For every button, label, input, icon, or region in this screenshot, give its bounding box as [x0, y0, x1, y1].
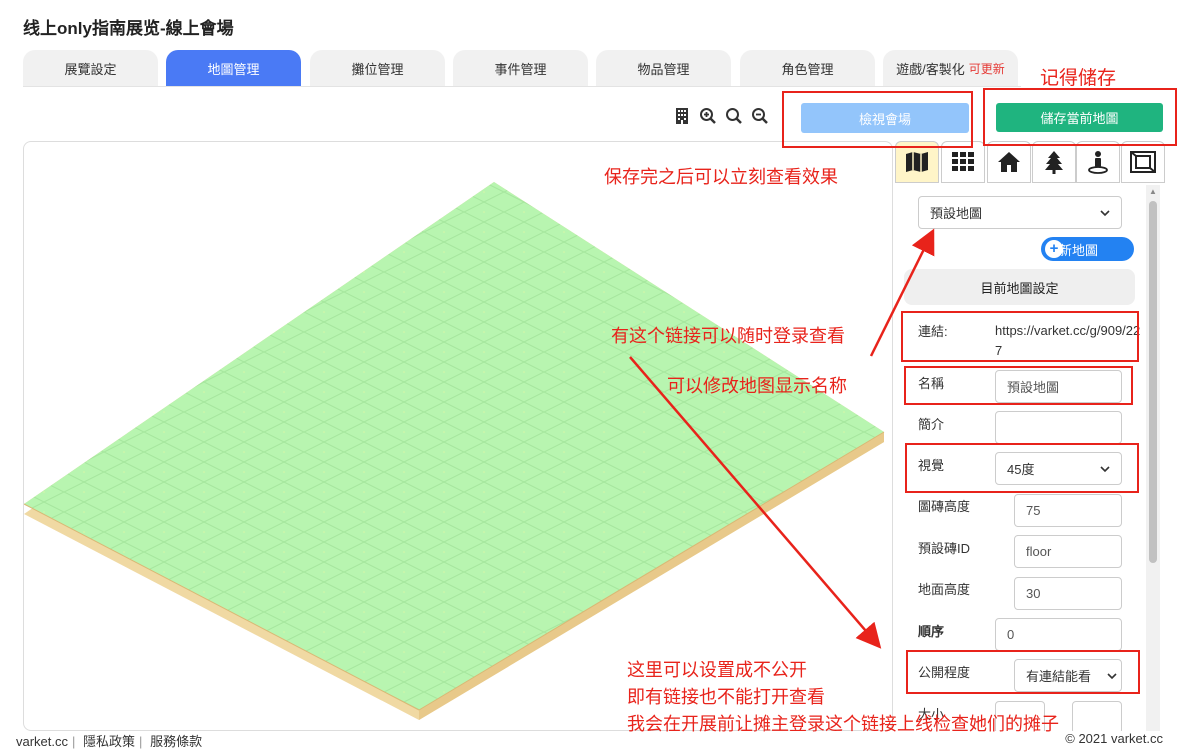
ground-height-label: 地面高度: [918, 582, 971, 597]
tab-label: 物品管理: [637, 61, 690, 77]
order-value: 0: [1007, 627, 1015, 642]
order-field[interactable]: 0: [995, 618, 1122, 651]
ground-height-value: 30: [1026, 586, 1041, 601]
zoom-out-icon[interactable]: [750, 106, 770, 126]
public-level-select[interactable]: 有連結能看: [1014, 659, 1122, 692]
copyright: © 2021 varket.cc: [1065, 731, 1163, 746]
zoom-toolbar: [672, 106, 770, 126]
size-height-field[interactable]: [1072, 701, 1122, 731]
default-tile-value: floor: [1026, 544, 1052, 559]
name-field[interactable]: 預設地圖: [995, 370, 1122, 403]
default-tile-label: 預設磚ID: [918, 541, 971, 556]
public-level-label: 公開程度: [918, 665, 971, 680]
home-icon[interactable]: [987, 141, 1031, 183]
default-tile-field[interactable]: floor: [1014, 535, 1122, 568]
order-label: 順序: [918, 624, 945, 639]
footer-site-link[interactable]: varket.cc: [16, 734, 68, 749]
tab-exhibition-settings[interactable]: 展覽設定: [23, 50, 158, 86]
footer-terms-link[interactable]: 服務條款: [150, 734, 202, 749]
ground-height-field[interactable]: 30: [1014, 577, 1122, 610]
tab-label: 角色管理: [781, 61, 834, 77]
new-map-button[interactable]: + 新地圖: [1041, 237, 1134, 261]
link-label: 連結:: [918, 324, 948, 339]
panel-scrollbar[interactable]: ▲: [1146, 185, 1160, 731]
tab-bar: 展覽設定 地圖管理 攤位管理 事件管理 物品管理 角色管理 遊戲/客製化 可更新: [23, 50, 1021, 87]
tab-role-management[interactable]: 角色管理: [740, 50, 875, 86]
name-label: 名稱: [918, 376, 945, 391]
tab-map-management[interactable]: 地圖管理: [166, 50, 301, 86]
building-icon[interactable]: [672, 106, 692, 126]
scroll-up-icon[interactable]: ▲: [1149, 187, 1157, 196]
update-badge: 可更新: [968, 61, 1005, 76]
save-map-button[interactable]: 儲存當前地圖: [996, 103, 1163, 132]
tab-booth-management[interactable]: 攤位管理: [310, 50, 445, 86]
view-select[interactable]: 45度: [995, 452, 1122, 485]
footer-separator: |: [139, 734, 143, 749]
map-canvas[interactable]: [23, 141, 893, 731]
search-icon[interactable]: [724, 106, 744, 126]
note-remember-save: 记得储存: [1040, 68, 1117, 89]
map-link[interactable]: https://varket.cc/g/909/227: [995, 321, 1143, 361]
tab-label: 事件管理: [494, 61, 547, 77]
footer-separator: |: [72, 734, 76, 749]
current-map-settings-header: 目前地圖設定: [904, 269, 1135, 305]
panel-tab-bar: [893, 141, 1165, 183]
public-level-value: 有連結能看: [1026, 669, 1092, 684]
view-venue-button[interactable]: 檢視會場: [801, 103, 969, 133]
plus-icon: +: [1045, 240, 1063, 258]
tab-game-customization[interactable]: 遊戲/客製化 可更新: [883, 50, 1018, 86]
frame-icon[interactable]: [1121, 141, 1165, 183]
note-private-1: 这里可以设置成不公开: [627, 660, 807, 680]
view-label: 視覺: [918, 458, 945, 473]
note-link: 有这个链接可以随时登录查看: [611, 326, 845, 346]
view-select-value: 45度: [1007, 462, 1035, 477]
tab-label: 展覽設定: [64, 61, 117, 77]
tab-item-management[interactable]: 物品管理: [596, 50, 731, 86]
tree-icon[interactable]: [1032, 141, 1076, 183]
tile-height-label: 圖磚高度: [918, 499, 971, 514]
scroll-thumb[interactable]: [1149, 201, 1157, 563]
name-value: 預設地圖: [1007, 380, 1060, 395]
tab-label: 遊戲/客製化: [896, 61, 965, 77]
tile-height-field[interactable]: 75: [1014, 494, 1122, 527]
footer-privacy-link[interactable]: 隱私政策: [83, 734, 135, 749]
page-title: 线上only指南展览-線上會場: [23, 19, 234, 38]
note-rename: 可以修改地图显示名称: [667, 376, 847, 396]
intro-field[interactable]: [995, 411, 1122, 444]
note-private-3: 我会在开展前让摊主登录这个链接上线检查她们的摊子: [627, 714, 1059, 734]
map-settings-panel: ▲ 預設地圖 + 新地圖 目前地圖設定 連結: https://varket.c…: [893, 141, 1165, 731]
new-map-label: 新地圖: [1059, 242, 1099, 258]
tile-height-value: 75: [1026, 503, 1041, 518]
map-select[interactable]: 預設地圖: [918, 196, 1122, 229]
chevron-down-icon: [1100, 465, 1110, 472]
footer-links: varket.cc | 隱私政策 | 服務條款: [16, 731, 202, 750]
tab-label: 地圖管理: [207, 61, 260, 77]
tab-label: 攤位管理: [351, 61, 404, 77]
chevron-down-icon: [1107, 672, 1117, 679]
tab-event-management[interactable]: 事件管理: [453, 50, 588, 86]
map-icon[interactable]: [895, 141, 939, 183]
note-view-after-save: 保存完之后可以立刻查看效果: [604, 167, 838, 187]
intro-label: 簡介: [918, 417, 945, 432]
chevron-down-icon: [1100, 209, 1110, 216]
note-private-2: 即有链接也不能打开查看: [627, 687, 825, 707]
zoom-in-icon[interactable]: [698, 106, 718, 126]
map-select-value: 預設地圖: [930, 206, 983, 221]
grid-icon[interactable]: [941, 141, 985, 183]
isometric-map: [24, 182, 885, 720]
person-pin-icon[interactable]: [1076, 141, 1120, 183]
